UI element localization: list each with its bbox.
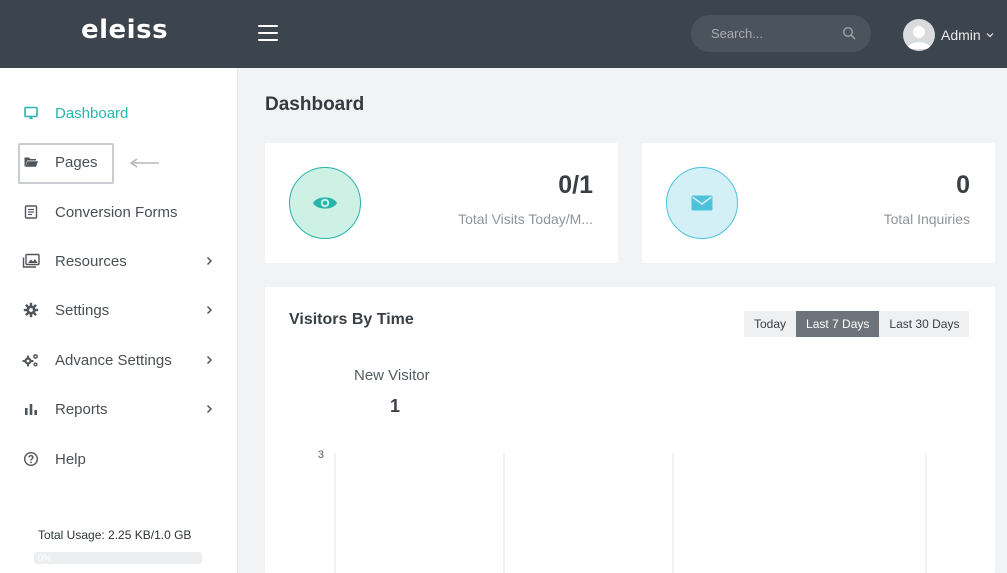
- monitor-icon: [22, 104, 40, 122]
- sidebar-item-advance-settings[interactable]: Advance Settings: [0, 340, 238, 380]
- question-circle-icon: [22, 450, 40, 468]
- bar-chart-icon: [22, 400, 40, 418]
- stat-label: Total Inquiries: [883, 211, 970, 227]
- range-last-7-days-button[interactable]: Last 7 Days: [796, 311, 880, 337]
- sidebar-item-label: Conversion Forms: [55, 203, 178, 221]
- sidebar-item-dashboard[interactable]: Dashboard: [0, 93, 238, 133]
- chart-title: Visitors By Time: [289, 311, 414, 328]
- usage-progress-bar: 0%: [34, 552, 202, 564]
- usage-percent: 0%: [38, 553, 52, 563]
- visitors-plot: 3: [318, 449, 927, 573]
- form-icon: [22, 203, 40, 221]
- chevron-down-icon: [986, 33, 994, 38]
- stat-icon-circle: [666, 167, 738, 239]
- sidebar-item-label: Advance Settings: [55, 351, 172, 369]
- stat-value: 0/1: [558, 171, 593, 199]
- top-navbar: eleiss Admin: [0, 0, 1007, 68]
- sidebar-item-label: Help: [55, 450, 86, 468]
- stat-card-visits: 0/1 Total Visits Today/M...: [265, 143, 618, 263]
- visitors-chart-card: Visitors By Time Today Last 7 Days Last …: [265, 287, 995, 573]
- range-today-button[interactable]: Today: [744, 311, 797, 337]
- search-box: [691, 15, 871, 52]
- stat-card-inquiries: 0 Total Inquiries: [642, 143, 995, 263]
- highlight-box: [18, 143, 114, 184]
- search-icon[interactable]: [842, 26, 856, 40]
- sidebar-item-label: Settings: [55, 301, 110, 319]
- usage-label: Total Usage: 2.25 KB/1.0 GB: [38, 528, 192, 542]
- sidebar-item-help[interactable]: Help: [0, 439, 238, 479]
- sidebar-item-settings[interactable]: Settings: [0, 290, 238, 330]
- sidebar-item-label: Dashboard: [55, 104, 129, 122]
- user-menu[interactable]: Admin: [903, 19, 994, 51]
- range-last-30-days-button[interactable]: Last 30 Days: [879, 311, 970, 337]
- page-title: Dashboard: [265, 94, 365, 115]
- eye-icon: [313, 197, 337, 209]
- chevron-right-icon: [206, 355, 213, 365]
- sidebar-item-conversion-forms[interactable]: Conversion Forms: [0, 192, 238, 232]
- summary-label: New Visitor: [354, 367, 430, 384]
- sidebar: Dashboard Pages Conversion Forms Resourc…: [0, 68, 238, 573]
- arrow-left-icon: [129, 158, 159, 168]
- y-tick-label: 3: [318, 449, 324, 461]
- chevron-right-icon: [206, 256, 213, 266]
- stat-icon-circle: [289, 167, 361, 239]
- brand-logo[interactable]: eleiss: [81, 15, 168, 45]
- search-input[interactable]: [691, 15, 841, 52]
- envelope-icon: [691, 195, 713, 211]
- images-icon: [22, 252, 40, 270]
- summary-value: 1: [390, 396, 401, 416]
- stat-label: Total Visits Today/M...: [458, 211, 593, 227]
- gears-icon: [22, 351, 40, 369]
- gear-icon: [22, 301, 40, 319]
- sidebar-item-reports[interactable]: Reports: [0, 389, 238, 429]
- sidebar-item-label: Resources: [55, 252, 127, 270]
- avatar: [903, 19, 935, 51]
- range-selector: Today Last 7 Days Last 30 Days: [744, 311, 970, 337]
- sidebar-item-label: Reports: [55, 400, 108, 418]
- sidebar-item-resources[interactable]: Resources: [0, 241, 238, 281]
- stat-value: 0: [956, 171, 970, 199]
- menu-toggle-icon[interactable]: [258, 25, 278, 41]
- chevron-right-icon: [206, 404, 213, 414]
- user-name: Admin: [941, 27, 981, 43]
- chevron-right-icon: [206, 305, 213, 315]
